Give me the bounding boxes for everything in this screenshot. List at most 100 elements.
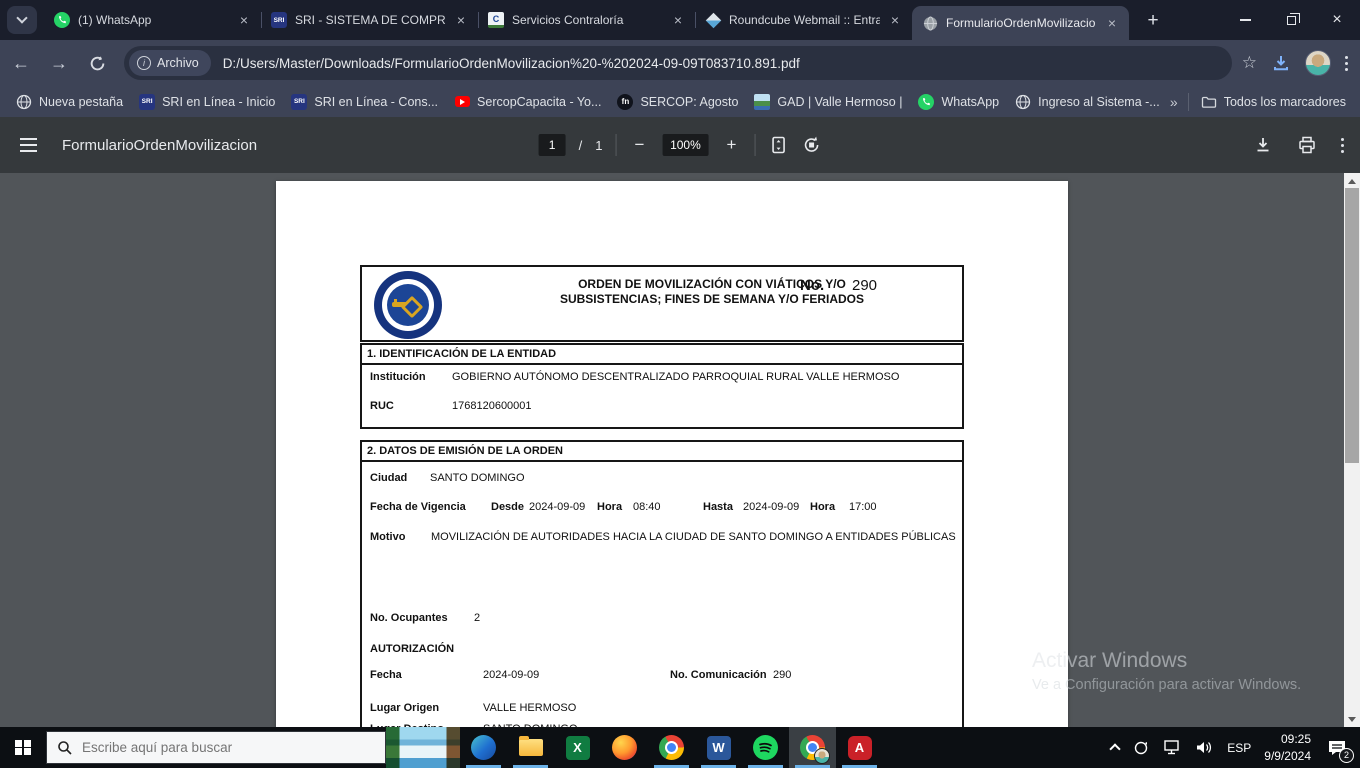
activate-windows-watermark: Activar Windows Ve a Configuración para … [1032,649,1301,693]
pdf-download-icon[interactable] [1253,135,1273,155]
bookmark-sri-inicio[interactable]: SRI SRI en Línea - Inicio [139,94,275,110]
word-icon: W [707,736,731,760]
search-input[interactable] [82,740,332,755]
page-number-input[interactable] [539,134,566,156]
tray-chevron-icon[interactable] [1110,743,1121,754]
field-fecha-value: 2024-09-09 [483,669,539,681]
chrome-icon [659,735,684,760]
address-bar[interactable]: i Archivo D:/Users/Master/Downloads/Form… [124,46,1232,80]
zoom-level[interactable]: 100% [662,134,708,156]
network-icon[interactable] [1163,739,1182,756]
taskbar-file-explorer[interactable] [507,727,554,768]
browser-toolbar: ← → i Archivo D:/Users/Master/Downloads/… [0,40,1360,86]
tab-search-button[interactable] [7,6,37,34]
tab-close-icon[interactable]: × [1103,14,1121,32]
form-number-label: No. [800,277,824,294]
pdf-scrollbar[interactable] [1344,173,1360,727]
url-text[interactable]: D:/Users/Master/Downloads/FormularioOrde… [223,56,800,71]
field-ruc-value: 1768120600001 [452,400,532,412]
section-2-header: 2. DATOS DE EMISIÓN DE LA ORDEN [362,442,962,462]
all-bookmarks-button[interactable]: Todos los marcadores [1201,94,1346,110]
tab-whatsapp[interactable]: (1) WhatsApp × [44,0,261,40]
taskbar-chrome-active[interactable] [789,727,836,768]
language-indicator[interactable]: ESP [1227,741,1251,755]
pdf-more-icon[interactable] [1341,138,1344,153]
minimize-button[interactable] [1222,0,1268,40]
autorizacion-header: AUTORIZACIÓN [370,643,454,655]
field-motivo: Motivo [370,531,405,543]
whatsapp-icon [918,94,934,110]
print-icon[interactable] [1297,135,1317,155]
tabs-container: (1) WhatsApp × SRI SRI - SISTEMA DE COMP… [44,0,1129,40]
firefox-icon [612,735,637,760]
taskbar-chrome[interactable] [648,727,695,768]
taskbar-excel[interactable]: X [554,727,601,768]
tab-servicios-contraloria[interactable]: C Servicios Contraloría × [478,0,695,40]
zoom-out-button[interactable]: − [629,135,649,155]
tab-formulario-active[interactable]: FormularioOrdenMovilizacio × [912,6,1129,40]
bookmark-sercopcapacita[interactable]: SercopCapacita - Yo... [454,94,601,110]
divider [754,134,755,156]
rotate-icon[interactable] [801,135,821,155]
restore-button[interactable] [1268,0,1314,40]
globe-icon [922,15,938,31]
scroll-down-arrow[interactable] [1344,711,1360,727]
scrollbar-thumb[interactable] [1345,188,1359,463]
taskbar-edge[interactable] [460,727,507,768]
download-icon[interactable] [1271,53,1291,73]
tab-sri-comprobantes[interactable]: SRI SRI - SISTEMA DE COMPROB × [261,0,478,40]
bookmarks-overflow-chevron[interactable]: » [1170,94,1178,110]
pdf-document-title: FormularioOrdenMovilizacion [62,137,257,154]
start-button[interactable] [0,727,46,768]
bookmark-gad-valle-hermoso[interactable]: GAD | Valle Hermoso | [754,94,902,110]
waterfall-widget-icon[interactable] [386,727,460,768]
scroll-up-arrow[interactable] [1344,173,1360,189]
profile-avatar[interactable] [1305,50,1331,76]
field-motivo-value: MOVILIZACIÓN DE AUTORIDADES HACIA LA CIU… [431,531,956,543]
form-number-value: 290 [852,277,877,294]
taskbar-search[interactable] [46,731,386,764]
divider [1188,93,1189,111]
clock[interactable]: 09:25 9/9/2024 [1264,731,1311,763]
file-scheme-chip[interactable]: i Archivo [129,50,211,76]
divider [615,134,616,156]
fit-page-icon[interactable] [768,135,788,155]
taskbar-spotify[interactable] [742,727,789,768]
tab-close-icon[interactable]: × [235,11,253,29]
whatsapp-icon [54,12,70,28]
tab-close-icon[interactable]: × [669,11,687,29]
pdf-page: ORDEN DE MOVILIZACIÓN CON VIÁTICOS Y/O S… [276,181,1068,727]
notification-badge: 2 [1339,748,1354,763]
reload-button[interactable] [80,46,114,80]
globe-icon [1015,94,1031,110]
bookmark-star-icon[interactable]: ☆ [1242,53,1257,73]
back-button[interactable]: ← [4,46,38,80]
bookmark-whatsapp[interactable]: WhatsApp [918,94,999,110]
menu-icon[interactable] [1345,56,1348,71]
sync-icon[interactable] [1132,739,1150,757]
info-icon: i [137,56,151,70]
tab-close-icon[interactable]: × [886,11,904,29]
acrobat-icon: A [848,736,872,760]
field-ruc: RUC [370,400,394,412]
new-tab-button[interactable]: + [1140,8,1166,34]
tab-roundcube[interactable]: Roundcube Webmail :: Entra × [695,0,912,40]
bookmark-ingreso-sistema[interactable]: Ingreso al Sistema -... [1015,94,1160,110]
taskbar-firefox[interactable] [601,727,648,768]
forward-button[interactable]: → [42,46,76,80]
volume-icon[interactable] [1195,739,1214,756]
gad-icon [754,94,770,110]
field-institucion: Institución [370,371,426,383]
zoom-in-button[interactable]: + [721,135,741,155]
pdf-menu-icon[interactable] [20,138,37,152]
tab-close-icon[interactable]: × [452,11,470,29]
bookmark-sercop-agosto[interactable]: fn SERCOP: Agosto [617,94,738,110]
taskbar-word[interactable]: W [695,727,742,768]
system-tray: ESP 09:25 9/9/2024 2 [1111,731,1360,763]
taskbar-acrobat[interactable]: A [836,727,883,768]
close-button[interactable]: × [1314,0,1360,40]
bookmark-sri-consultas[interactable]: SRI SRI en Línea - Cons... [291,94,438,110]
reload-icon [89,55,106,72]
bookmark-nueva-pestana[interactable]: Nueva pestaña [16,94,123,110]
notification-center-button[interactable]: 2 [1324,735,1350,761]
